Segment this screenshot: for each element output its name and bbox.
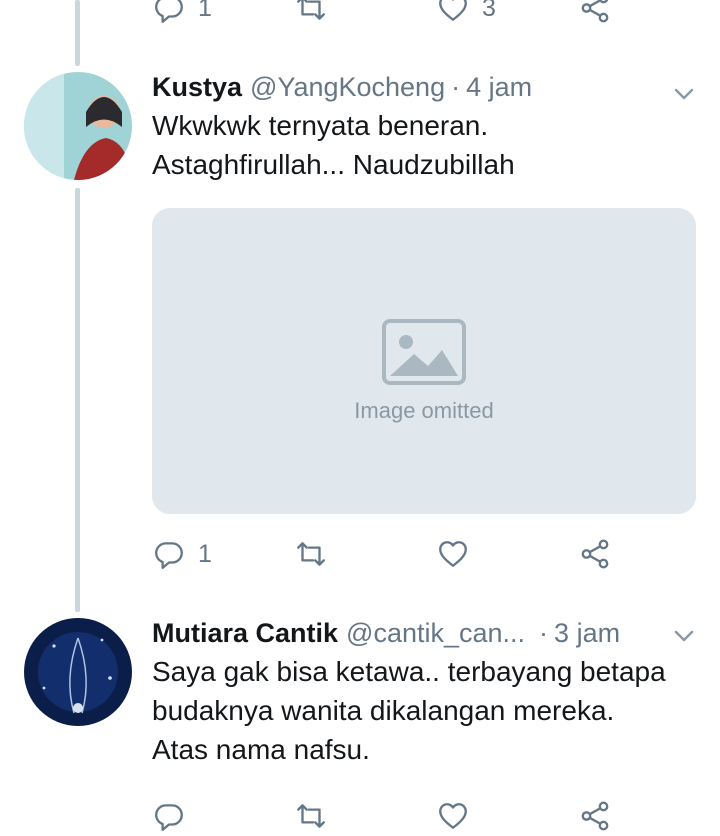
tweet-text-line: budaknya wanita dikalangan mereka. (152, 695, 615, 726)
tweet-text-line: Saya gak bisa ketawa.. terbayang betapa (152, 656, 666, 687)
thread-line-middle (75, 188, 80, 612)
timestamp[interactable]: 3 jam (554, 618, 620, 649)
share-button[interactable] (578, 796, 612, 836)
reply-icon (155, 0, 183, 23)
retweet-icon (297, 0, 325, 20)
tweet-media[interactable]: Image omitted (152, 208, 696, 514)
tweet-text: Wkwkwk ternyata beneran. Astaghfirullah.… (152, 106, 515, 184)
image-placeholder-icon (152, 208, 696, 514)
reply-icon (155, 542, 183, 569)
reply-count: 1 (198, 0, 212, 22)
retweet-icon (297, 804, 325, 828)
retweet-button[interactable] (294, 0, 328, 28)
share-button[interactable] (578, 0, 612, 28)
chevron-down-icon (674, 88, 694, 100)
media-omitted-note: Image omitted (354, 398, 494, 423)
tweet-text: Saya gak bisa ketawa.. terbayang betapa … (152, 652, 666, 769)
like-button[interactable] (436, 534, 470, 574)
tweet-text-line: Atas nama nafsu. (152, 734, 370, 765)
reply-icon (155, 804, 183, 831)
separator: · (539, 618, 549, 648)
tweet-header: Kustya @YangKocheng · 4 jam (152, 72, 532, 108)
retweet-icon (297, 542, 325, 566)
timestamp[interactable]: 4 jam (466, 72, 532, 103)
like-button[interactable]: 3 (436, 0, 496, 28)
reply-button[interactable] (152, 796, 186, 836)
tweet-options-button[interactable] (672, 82, 696, 106)
share-icon (581, 801, 609, 831)
tweet-action-bar: 1 (152, 534, 622, 574)
tweet-options-button[interactable] (672, 624, 696, 648)
retweet-button[interactable] (294, 796, 328, 836)
share-icon (581, 539, 609, 569)
thread-line-top (75, 0, 80, 66)
heart-icon (439, 803, 467, 829)
previous-tweet-action-bar: 1 3 (152, 0, 622, 28)
tweet-text-line: Astaghfirullah... Naudzubillah (152, 149, 515, 180)
username[interactable]: @YangKocheng (250, 72, 445, 103)
reply-button[interactable]: 1 (152, 0, 212, 28)
share-button[interactable] (578, 534, 612, 574)
retweet-button[interactable] (294, 534, 328, 574)
share-icon (581, 0, 609, 23)
separator: · (451, 72, 461, 102)
username[interactable]: @cantik_can... (346, 618, 525, 649)
tweet-header: Mutiara Cantik @cantik_can... · 3 jam (152, 618, 620, 654)
display-name[interactable]: Mutiara Cantik (152, 618, 338, 649)
chevron-down-icon (674, 630, 694, 642)
like-count: 3 (482, 0, 496, 22)
heart-icon (439, 0, 467, 21)
heart-icon (439, 541, 467, 567)
avatar[interactable] (24, 72, 132, 180)
display-name[interactable]: Kustya (152, 72, 242, 103)
reply-count: 1 (198, 539, 212, 568)
avatar[interactable] (24, 618, 132, 726)
tweet-text-line: Wkwkwk ternyata beneran. (152, 110, 489, 141)
reply-button[interactable]: 1 (152, 534, 212, 574)
like-button[interactable] (436, 796, 470, 836)
tweet-action-bar (152, 796, 622, 836)
